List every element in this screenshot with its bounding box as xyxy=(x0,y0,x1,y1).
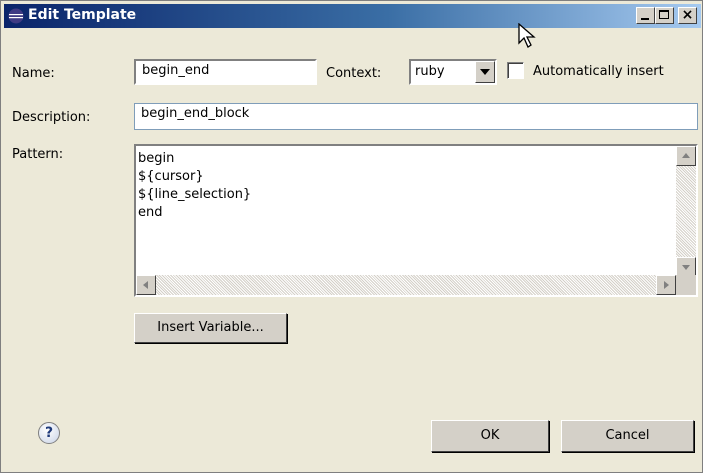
ok-button[interactable]: OK xyxy=(431,420,549,452)
scroll-up-arrow-icon xyxy=(682,153,690,158)
pattern-line: end xyxy=(138,205,163,220)
close-button[interactable]: × xyxy=(678,7,697,24)
context-dropdown-button[interactable] xyxy=(475,61,495,83)
scroll-right-arrow-icon xyxy=(664,281,669,289)
description-input[interactable]: begin_end_block xyxy=(134,103,698,130)
pattern-line: ${cursor} xyxy=(138,169,204,184)
chevron-down-icon xyxy=(480,69,490,75)
close-icon: × xyxy=(681,7,694,23)
scroll-right-button[interactable] xyxy=(656,275,676,295)
scroll-down-button[interactable] xyxy=(676,257,696,277)
scroll-up-button[interactable] xyxy=(676,146,696,166)
window-title: Edit Template xyxy=(28,7,137,23)
edit-template-dialog: Edit Template × Name: begin_end Context:… xyxy=(0,0,703,473)
context-dropdown[interactable]: ruby xyxy=(409,59,497,85)
maximize-icon xyxy=(659,10,669,19)
context-value: ruby xyxy=(415,64,445,79)
scrollbar-corner xyxy=(676,275,696,295)
name-input[interactable]: begin_end xyxy=(134,59,317,85)
pattern-text[interactable]: begin ${cursor} ${line_selection} end xyxy=(138,150,251,222)
minimize-button[interactable] xyxy=(636,7,655,24)
vertical-scrollbar[interactable] xyxy=(676,146,696,277)
scroll-left-arrow-icon xyxy=(143,281,148,289)
auto-insert-label: Automatically insert xyxy=(533,64,664,79)
scroll-down-arrow-icon xyxy=(682,265,690,270)
context-label: Context: xyxy=(326,66,382,81)
scroll-left-button[interactable] xyxy=(136,275,156,295)
horizontal-scrollbar[interactable] xyxy=(136,275,676,295)
maximize-button[interactable] xyxy=(655,7,674,24)
name-label: Name: xyxy=(12,66,55,81)
pattern-label: Pattern: xyxy=(12,147,64,162)
title-bar[interactable]: Edit Template × xyxy=(4,4,701,28)
auto-insert-checkbox[interactable] xyxy=(507,62,524,79)
pattern-line: ${line_selection} xyxy=(138,187,252,202)
description-label: Description: xyxy=(12,110,91,125)
pattern-editor[interactable]: begin ${cursor} ${line_selection} end xyxy=(134,144,698,297)
help-icon[interactable]: ? xyxy=(38,422,60,444)
cancel-button[interactable]: Cancel xyxy=(561,420,694,452)
mouse-cursor-icon xyxy=(518,23,536,48)
eclipse-app-icon xyxy=(8,8,24,24)
pattern-line: begin xyxy=(138,151,175,166)
insert-variable-button[interactable]: Insert Variable... xyxy=(134,313,287,343)
minimize-icon xyxy=(641,18,649,20)
